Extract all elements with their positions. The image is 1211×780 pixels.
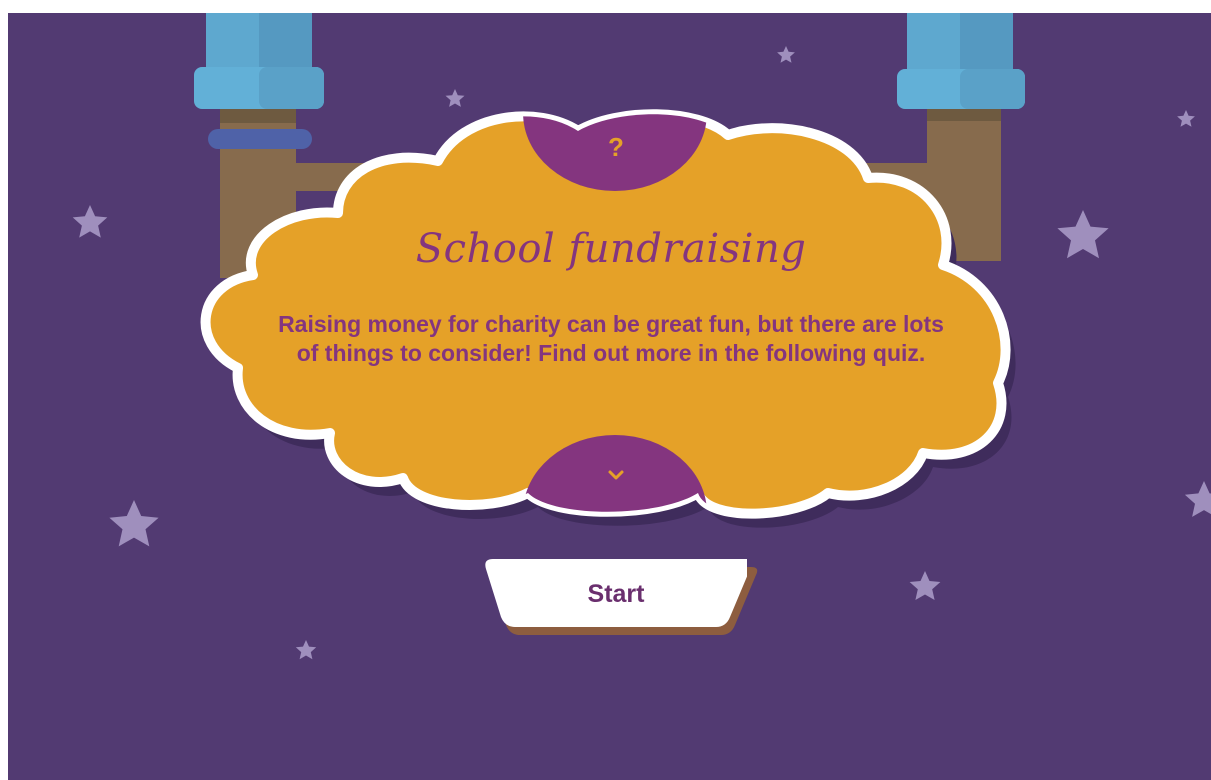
star-icon [72,205,108,238]
start-button[interactable]: Start [485,558,747,630]
star-icon [1184,481,1211,517]
star-icon [1177,110,1195,127]
scroll-down-button[interactable] [603,465,629,485]
start-button-label: Start [587,580,645,608]
chevron-down-icon [608,470,624,480]
star-icon [909,571,941,600]
question-mark-icon: ? [608,132,624,162]
star-icon [777,46,795,63]
quiz-description: Raising money for charity can be great f… [278,311,944,366]
star-icon [445,89,465,107]
background-scene [72,13,1211,660]
quiz-title: School fundraising [415,226,807,272]
star-icon [109,500,159,547]
star-icon [1057,210,1109,259]
quiz-stage: ? School fundraising Raising money for c… [8,13,1211,780]
star-icon [295,640,317,660]
